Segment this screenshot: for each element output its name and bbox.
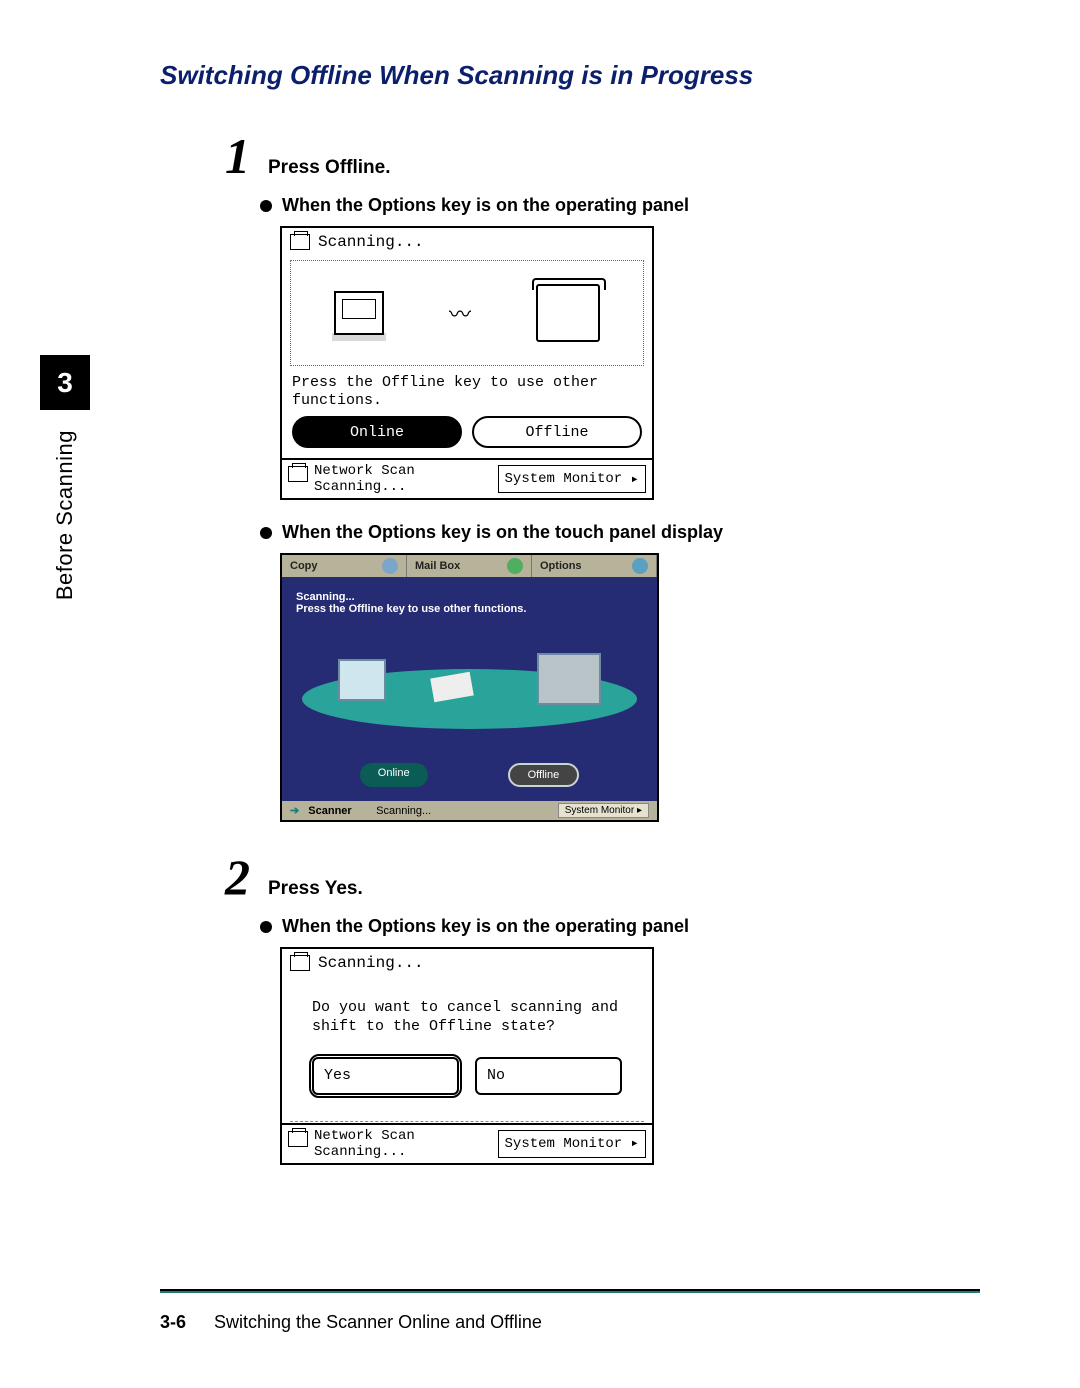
screen-title: Scanning...	[318, 954, 424, 972]
step-number: 1	[225, 131, 250, 181]
bullet-icon	[260, 527, 272, 539]
copier-icon	[536, 284, 600, 342]
options-icon	[632, 558, 648, 574]
system-monitor-button[interactable]: System Monitor ▸	[498, 465, 646, 493]
system-monitor-button[interactable]: System Monitor ▸	[558, 803, 649, 818]
chapter-number: 3	[40, 355, 90, 410]
scanner-icon	[288, 466, 308, 482]
bullet-label: When the Options key is on the operating…	[282, 195, 689, 216]
footer-status: Scanning...	[314, 1144, 492, 1160]
step-text: Press Offline.	[268, 157, 391, 179]
bullet-op-panel: When the Options key is on the operating…	[260, 195, 980, 216]
lcd-screen-offline: Scanning... 〰 Press the Offline key to u…	[280, 226, 654, 500]
screen-hint: Press the Offline key to use other funct…	[282, 374, 652, 416]
touch-panel-screen: Copy Mail Box Options Scanning... Press …	[280, 553, 659, 822]
touch-diagram	[292, 623, 647, 753]
footer-title: Switching the Scanner Online and Offline	[214, 1312, 542, 1333]
footer-mode: Network Scan	[314, 1128, 492, 1144]
mailbox-icon	[507, 558, 523, 574]
pc-icon	[334, 291, 384, 335]
offline-button[interactable]: Offline	[472, 416, 642, 448]
bullet-icon	[260, 200, 272, 212]
section-title: Switching Offline When Scanning is in Pr…	[160, 60, 980, 91]
page-footer: 3-6 Switching the Scanner Online and Off…	[160, 1312, 542, 1333]
dialog-message: Do you want to cancel scanning and shift…	[312, 999, 622, 1037]
footer-status: Scanning...	[314, 479, 492, 495]
arrow-icon: ➔	[290, 805, 299, 817]
bullet-label: When the Options key is on the touch pan…	[282, 522, 723, 543]
screen-diagram: 〰	[290, 260, 644, 366]
link-icon: 〰	[449, 297, 471, 329]
page-number: 3-6	[160, 1312, 186, 1333]
lcd-screen-confirm: Scanning... Do you want to cancel scanni…	[280, 947, 654, 1165]
step-2: 2 Press Yes.	[225, 852, 980, 902]
chapter-sidebar: 3 Before Scanning	[40, 355, 90, 715]
tab-mailbox[interactable]: Mail Box	[407, 555, 532, 577]
no-button[interactable]: No	[475, 1057, 622, 1095]
online-button[interactable]: Online	[292, 416, 462, 448]
offline-button[interactable]: Offline	[508, 763, 580, 787]
step-number: 2	[225, 852, 250, 902]
copier-icon	[537, 653, 601, 705]
scanner-icon	[288, 1131, 308, 1147]
tab-copy[interactable]: Copy	[282, 555, 407, 577]
screen-title: Scanning...	[318, 233, 424, 251]
touch-msg-1: Scanning...	[296, 591, 355, 603]
online-button[interactable]: Online	[360, 763, 428, 787]
pc-icon	[338, 659, 386, 701]
touch-footer-mode: Scanner	[308, 805, 351, 817]
scanner-icon	[290, 234, 310, 250]
tab-options[interactable]: Options	[532, 555, 657, 577]
chapter-label: Before Scanning	[52, 430, 78, 600]
bullet-touch-panel: When the Options key is on the touch pan…	[260, 522, 980, 543]
scanner-icon	[290, 955, 310, 971]
footer-rule	[160, 1289, 980, 1293]
bullet-label: When the Options key is on the operating…	[282, 916, 689, 937]
bullet-icon	[260, 921, 272, 933]
footer-mode: Network Scan	[314, 463, 492, 479]
yes-button[interactable]: Yes	[312, 1057, 459, 1095]
touch-msg-2: Press the Offline key to use other funct…	[296, 603, 526, 615]
bullet-op-panel-2: When the Options key is on the operating…	[260, 916, 980, 937]
copy-icon	[382, 558, 398, 574]
system-monitor-button[interactable]: System Monitor ▸	[498, 1130, 646, 1158]
step-text: Press Yes.	[268, 878, 363, 900]
step-1: 1 Press Offline.	[225, 131, 980, 181]
touch-footer-status: Scanning...	[376, 805, 431, 817]
